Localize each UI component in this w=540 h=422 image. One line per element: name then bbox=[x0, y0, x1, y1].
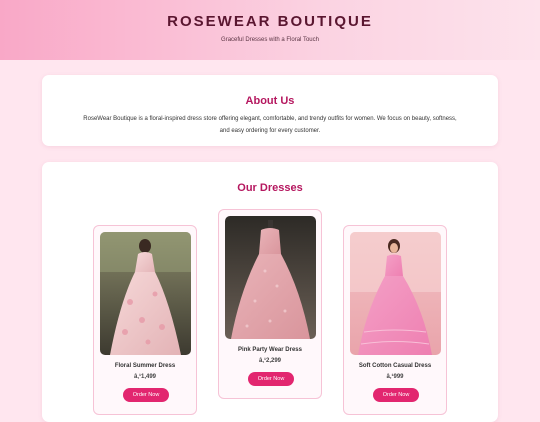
about-section: About Us RoseWear Boutique is a floral-i… bbox=[42, 75, 498, 146]
site-title: ROSEWEAR BOUTIQUE bbox=[167, 13, 373, 30]
about-text: RoseWear Boutique is a floral-inspired d… bbox=[83, 116, 457, 134]
order-now-button-soft-cotton-casual-dress[interactable]: Order Now bbox=[373, 388, 419, 402]
product-price: â‚¹2,299 bbox=[258, 358, 282, 364]
site-tagline: Graceful Dresses with a Floral Touch bbox=[221, 37, 319, 43]
product-image-pink-party-wear-dress bbox=[225, 216, 316, 339]
product-name: Floral Summer Dress bbox=[114, 363, 176, 369]
product-card-floral-summer-dress: Floral Summer Dress â‚¹1,499 Order Now bbox=[93, 225, 197, 415]
site-header: ROSEWEAR BOUTIQUE Graceful Dresses with … bbox=[0, 0, 540, 60]
dresses-heading: Our Dresses bbox=[237, 182, 303, 194]
order-now-button-floral-summer-dress[interactable]: Order Now bbox=[123, 388, 169, 402]
product-image-floral-summer-dress bbox=[100, 232, 191, 355]
product-image-soft-cotton-casual-dress bbox=[350, 232, 441, 355]
product-card-pink-party-wear-dress: Pink Party Wear Dress â‚¹2,299 Order Now bbox=[218, 209, 322, 399]
product-price: â‚¹999 bbox=[386, 374, 404, 380]
product-name: Soft Cotton Casual Dress bbox=[358, 363, 432, 369]
product-name: Pink Party Wear Dress bbox=[238, 347, 302, 353]
dresses-section: Our Dresses Floral Summer Dress â‚¹1,499… bbox=[42, 162, 498, 422]
order-now-button-pink-party-wear-dress[interactable]: Order Now bbox=[248, 372, 294, 386]
product-card-soft-cotton-casual-dress: Soft Cotton Casual Dress â‚¹999 Order No… bbox=[343, 225, 447, 415]
about-heading: About Us bbox=[245, 95, 295, 107]
product-price: â‚¹1,499 bbox=[133, 374, 157, 380]
